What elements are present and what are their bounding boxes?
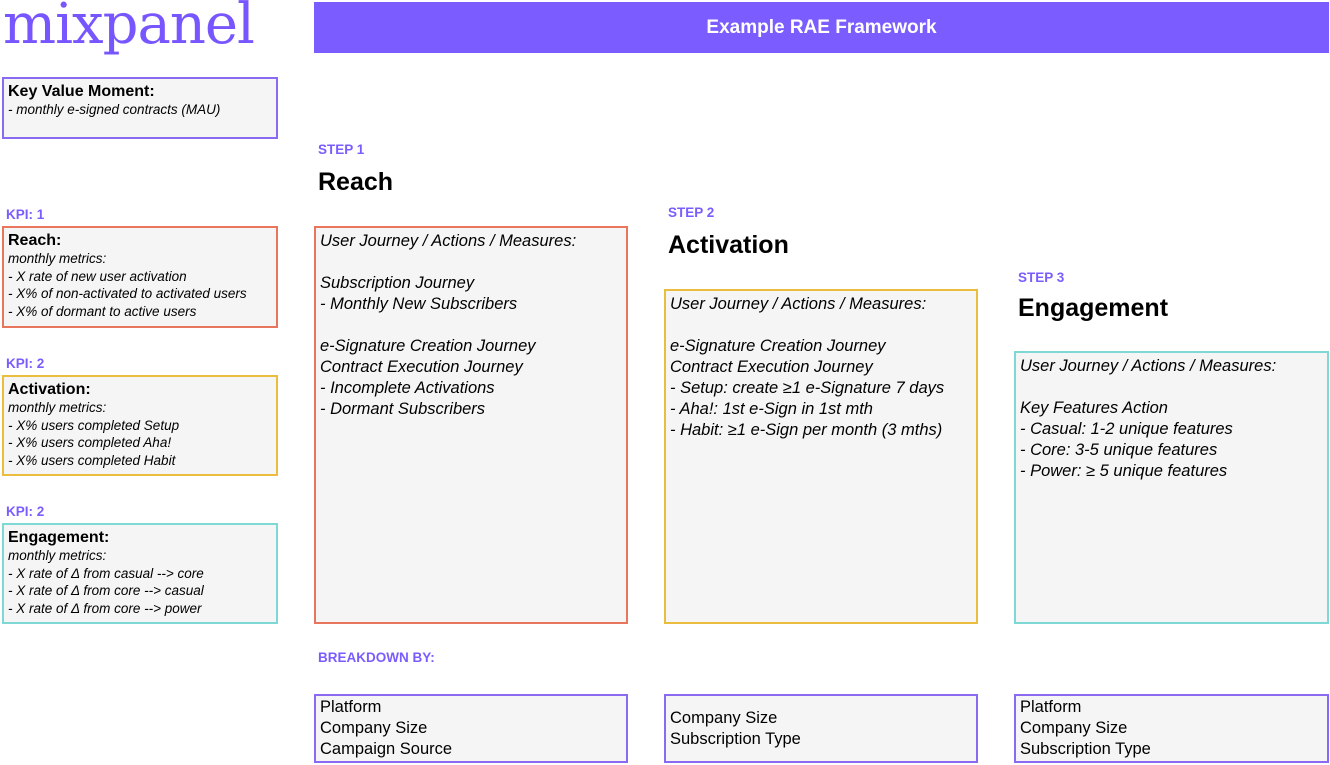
breakdown-item: Platform: [1020, 698, 1082, 716]
step-label-1: STEP 1: [318, 142, 365, 157]
step-heading-reach: Reach: [318, 168, 394, 196]
kpi-box-activation: Activation: monthly metrics: - X% users …: [2, 375, 278, 476]
journey-box-engagement: User Journey / Actions / Measures: Key F…: [1014, 351, 1329, 624]
journey-box-reach: User Journey / Actions / Measures: Subsc…: [314, 226, 628, 624]
breakdown-item: Company Size: [670, 708, 778, 727]
kpi-line: - X rate of Δ from casual --> core: [8, 565, 204, 581]
journey-line: e-Signature Creation Journey: [320, 337, 536, 355]
kpi-title: Activation:: [8, 381, 91, 398]
journey-line: - Power: ≥ 5 unique features: [1020, 462, 1228, 480]
journey-line: User Journey / Actions / Measures:: [1020, 357, 1277, 375]
kpi-label-activation: KPI: 2: [6, 356, 45, 371]
journey-line: - Monthly New Subscribers: [320, 295, 518, 313]
kpi-line: - X rate of Δ from core --> casual: [8, 583, 204, 599]
step-heading-engagement: Engagement: [1018, 294, 1169, 322]
mixpanel-logo: mixpanel: [3, 0, 255, 57]
breakdown-box-engagement: Platform Company Size Subscription Type: [1014, 694, 1329, 763]
kpi-line: - X% users completed Setup: [8, 417, 180, 433]
journey-line: - Core: 3-5 unique features: [1020, 441, 1218, 459]
journey-line: [1020, 377, 1323, 398]
journey-box-activation: User Journey / Actions / Measures: e-Sig…: [664, 289, 978, 624]
journey-line: - Aha!: 1st e-Sign in 1st mth: [670, 400, 873, 418]
kpi-label-reach: KPI: 1: [6, 207, 45, 222]
journey-line: [320, 252, 622, 273]
key-value-moment-box: Key Value Moment: - monthly e-signed con…: [2, 77, 278, 139]
breakdown-label: BREAKDOWN BY:: [318, 650, 435, 665]
step-label-2: STEP 2: [668, 205, 715, 220]
step-heading-activation: Activation: [668, 231, 789, 259]
breakdown-item: Company Size: [1020, 719, 1128, 737]
step-label-3: STEP 3: [1018, 270, 1065, 285]
breakdown-box-activation: Company Size Subscription Type: [664, 694, 978, 763]
breakdown-box-reach: Platform Company Size Campaign Source: [314, 694, 628, 763]
kpi-line: monthly metrics:: [8, 251, 107, 266]
journey-line: e-Signature Creation Journey: [670, 337, 886, 355]
key-value-moment-line: - monthly e-signed contracts (MAU): [8, 102, 221, 117]
journey-line: User Journey / Actions / Measures:: [670, 295, 927, 313]
breakdown-item: Platform: [320, 698, 382, 716]
breakdown-item: Subscription Type: [670, 729, 801, 748]
journey-line: Subscription Journey: [320, 274, 475, 292]
journey-line: [320, 315, 622, 336]
kpi-label-engagement: KPI: 2: [6, 504, 45, 519]
kpi-line: - X rate of new user activation: [8, 268, 187, 284]
journey-line: [670, 315, 972, 336]
breakdown-item: Company Size: [320, 719, 428, 737]
breakdown-item: Campaign Source: [320, 740, 453, 758]
kpi-line: - X% users completed Habit: [8, 452, 176, 468]
kpi-title: Reach:: [8, 232, 62, 249]
journey-line: User Journey / Actions / Measures:: [320, 232, 577, 250]
kpi-line: monthly metrics:: [8, 400, 107, 415]
framework-title: Example RAE Framework: [314, 2, 1329, 53]
kpi-line: - X rate of Δ from core --> power: [8, 600, 202, 616]
journey-line: - Incomplete Activations: [320, 379, 495, 397]
journey-line: - Habit: ≥1 e-Sign per month (3 mths): [670, 421, 943, 439]
kpi-line: monthly metrics:: [8, 548, 107, 563]
breakdown-item: Subscription Type: [1020, 740, 1151, 758]
kpi-box-reach: Reach: monthly metrics: - X rate of new …: [2, 226, 278, 328]
key-value-moment-title: Key Value Moment:: [8, 83, 155, 100]
kpi-title: Engagement:: [8, 529, 110, 546]
journey-line: - Dormant Subscribers: [320, 400, 486, 418]
journey-line: Contract Execution Journey: [670, 358, 873, 376]
journey-line: - Casual: 1-2 unique features: [1020, 420, 1233, 438]
journey-line: Key Features Action: [1020, 399, 1168, 417]
journey-line: Contract Execution Journey: [320, 358, 523, 376]
journey-line: - Setup: create ≥1 e-Signature 7 days: [670, 379, 945, 397]
kpi-line: - X% of dormant to active users: [8, 303, 197, 319]
kpi-line: - X% of non-activated to activated users: [8, 286, 247, 302]
kpi-line: - X% users completed Aha!: [8, 435, 172, 451]
kpi-box-engagement: Engagement: monthly metrics: - X rate of…: [2, 523, 278, 624]
